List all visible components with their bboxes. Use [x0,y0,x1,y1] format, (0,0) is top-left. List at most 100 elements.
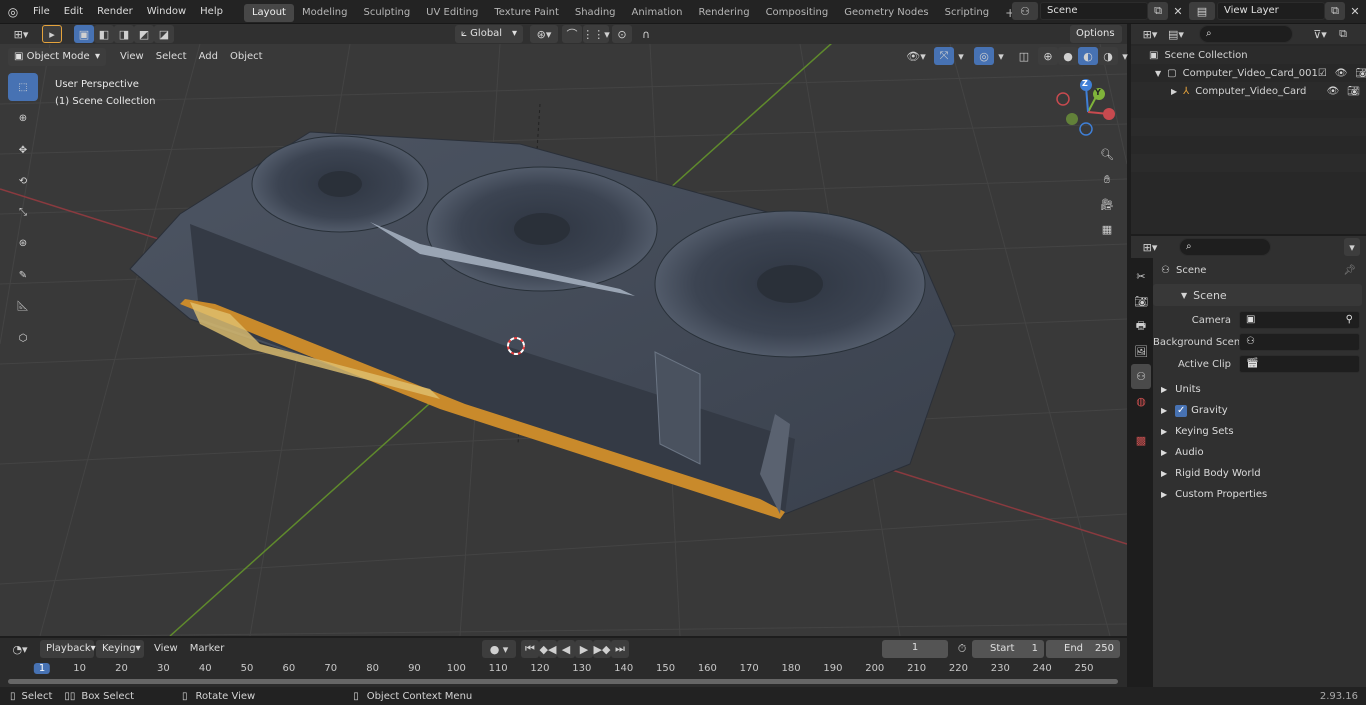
panel-gravity[interactable]: ▶ ✓ Gravity [1153,400,1366,421]
video-card-model[interactable] [129,131,956,519]
panel-custom-properties[interactable]: ▶ Custom Properties [1153,484,1366,505]
measure-tool-icon[interactable]: 📐︎ [8,292,38,320]
tab-modeling[interactable]: Modeling [294,4,356,22]
timeline-scrollbar[interactable] [8,679,1118,684]
perspective-grid-icon[interactable]: ▦ [1097,217,1117,242]
mode-subtract-icon[interactable]: ◨ [114,25,134,43]
scene-name-field[interactable]: Scene [1040,2,1148,20]
new-collection-icon[interactable]: ⧉ [1333,25,1353,43]
timeline-menu-marker[interactable]: Marker [184,640,231,658]
blender-logo-icon[interactable]: ◎ [0,0,26,24]
tab-scripting[interactable]: Scripting [937,4,997,22]
wireframe-shading-icon[interactable]: ⊕ [1038,47,1058,65]
timeline-menu-view[interactable]: View [148,640,184,658]
visibility-icon[interactable]: 👁︎▾ [902,47,930,65]
object-mode-dropdown[interactable]: ▣ Object Mode ▾ [8,48,106,66]
menu-add[interactable]: Add [193,48,224,66]
gravity-checkbox[interactable]: ✓ [1175,404,1188,417]
proportional-edit-icon[interactable]: ⊙ [612,25,632,43]
menu-edit[interactable]: Edit [57,0,90,24]
xray-icon[interactable]: ◫ [1014,47,1034,65]
properties-options-icon[interactable]: ▾ [1344,238,1360,256]
display-mode-icon[interactable]: ▤▾ [1163,25,1189,43]
tab-uv-editing[interactable]: UV Editing [418,4,486,22]
menu-help[interactable]: Help [193,0,230,24]
mode-intersect-icon[interactable]: ◩ [134,25,154,43]
render-tab-icon[interactable]: 📷︎ [1131,289,1151,314]
3d-viewport[interactable]: User Perspective (1) Scene Collection Z … [0,44,1127,636]
zoom-icon[interactable]: 🔍︎ [1097,142,1117,167]
new-scene-icon[interactable]: ⧉ [1148,2,1168,20]
properties-search-input[interactable]: ⌕ [1179,238,1271,256]
outliner-row-collection[interactable]: ▼ ▢ Computer_Video_Card_001 ☑ 👁︎ 📷︎ [1131,64,1366,82]
panel-audio[interactable]: ▶ Audio [1153,442,1366,463]
move-tool-icon[interactable]: ✥ [8,136,38,164]
cursor-tool-icon[interactable]: ⊕ [8,104,38,132]
solid-shading-icon[interactable]: ● [1058,47,1078,65]
panel-units[interactable]: ▶ Units [1153,379,1366,400]
pivot-point-icon[interactable]: ⊛▾ [530,25,558,43]
jump-end-icon[interactable]: ⏭︎ [611,640,629,658]
end-frame-field[interactable]: End 250 [1046,640,1120,658]
pin-icon[interactable]: 📌︎ [1343,265,1356,276]
scene-section-header[interactable]: ▼ Scene [1153,284,1362,306]
tab-compositing[interactable]: Compositing [758,4,837,22]
tab-layout[interactable]: Layout [243,4,294,22]
pan-hand-icon[interactable]: ✋︎ [1097,167,1117,192]
select-tool-icon[interactable]: ▸ [42,25,62,43]
background-scene-field[interactable]: ⚇ [1239,333,1360,351]
add-cube-tool-icon[interactable]: ⬡ [8,324,38,352]
gizmo-toggle-icon[interactable]: ⤧ [934,47,954,65]
view-layer-icon[interactable]: ▤ [1189,2,1215,20]
next-keyframe-icon[interactable]: ▶◆ [593,640,611,658]
menu-select[interactable]: Select [150,48,193,66]
material-shading-icon[interactable]: ◐ [1078,47,1098,65]
transform-orientation-dropdown[interactable]: ⟀ Global ▾ [455,25,523,43]
eyedropper-icon[interactable]: ⚲ [1346,312,1353,328]
record-icon[interactable]: ● ▾ [482,640,516,658]
current-frame-field[interactable]: 1 [882,640,948,658]
filter-icon[interactable]: ⊽▾ [1307,25,1333,43]
options-button[interactable]: Options [1070,25,1122,43]
expand-arrow-icon[interactable]: ▼ [1155,69,1161,78]
mode-extend-icon[interactable]: ◧ [94,25,114,43]
playback-dropdown[interactable]: Playback ▾ [40,640,96,658]
tab-texture-paint[interactable]: Texture Paint [486,4,567,22]
delete-scene-icon[interactable]: ✕ [1168,2,1188,20]
play-icon[interactable]: ▶ [575,640,593,658]
outliner-editor-icon[interactable]: ⊞▾ [1137,25,1163,43]
shading-dropdown-icon[interactable]: ▾ [1118,47,1132,65]
exclude-checkbox-icon[interactable]: ☑ [1318,68,1327,79]
editor-type-icon[interactable]: ⊞▾ [8,25,34,43]
camera-field[interactable]: ▣ ⚲ [1239,311,1360,329]
neg-x-handle[interactable] [1056,92,1070,106]
tab-shading[interactable]: Shading [567,4,624,22]
x-axis-handle[interactable] [1103,108,1115,120]
frame-ruler[interactable]: 1 10 20 30 40 50 60 70 80 90 100 110 120 130 140 150 160… [0,662,1127,678]
outliner-row-object[interactable]: ▶ ⅄ Computer_Video_Card 👁︎ 📷︎ [1131,82,1366,100]
menu-file[interactable]: File [26,0,57,24]
rotate-tool-icon[interactable]: ⟲ [8,167,38,195]
proportional-falloff-icon[interactable]: ∩ [633,25,659,43]
menu-render[interactable]: Render [90,0,140,24]
scene-icon[interactable]: ⚇ [1012,2,1038,20]
snap-target-icon[interactable]: ⋮⋮▾ [582,25,610,43]
tool-tab-icon[interactable]: ✂ [1131,264,1151,289]
panel-rigid-body-world[interactable]: ▶ Rigid Body World [1153,463,1366,484]
transform-tool-icon[interactable]: ⊛ [8,229,38,257]
tab-rendering[interactable]: Rendering [690,4,757,22]
start-frame-field[interactable]: Start 1 [972,640,1044,658]
eye-icon[interactable]: 👁︎ [1335,68,1348,79]
scale-tool-icon[interactable]: ⤡ [8,198,38,226]
eye-icon[interactable]: 👁︎ [1327,86,1340,97]
neg-y-handle[interactable] [1066,113,1078,125]
overlay-toggle-icon[interactable]: ◎ [974,47,994,65]
tab-animation[interactable]: Animation [624,4,691,22]
menu-view[interactable]: View [114,48,150,66]
prev-keyframe-icon[interactable]: ◆◀ [539,640,557,658]
jump-start-icon[interactable]: ⏮︎ [521,640,539,658]
tab-geometry-nodes[interactable]: Geometry Nodes [836,4,936,22]
tab-sculpting[interactable]: Sculpting [355,4,418,22]
active-clip-field[interactable]: 🎬︎ [1239,355,1360,373]
outliner-search-input[interactable]: ⌕ [1199,25,1293,43]
